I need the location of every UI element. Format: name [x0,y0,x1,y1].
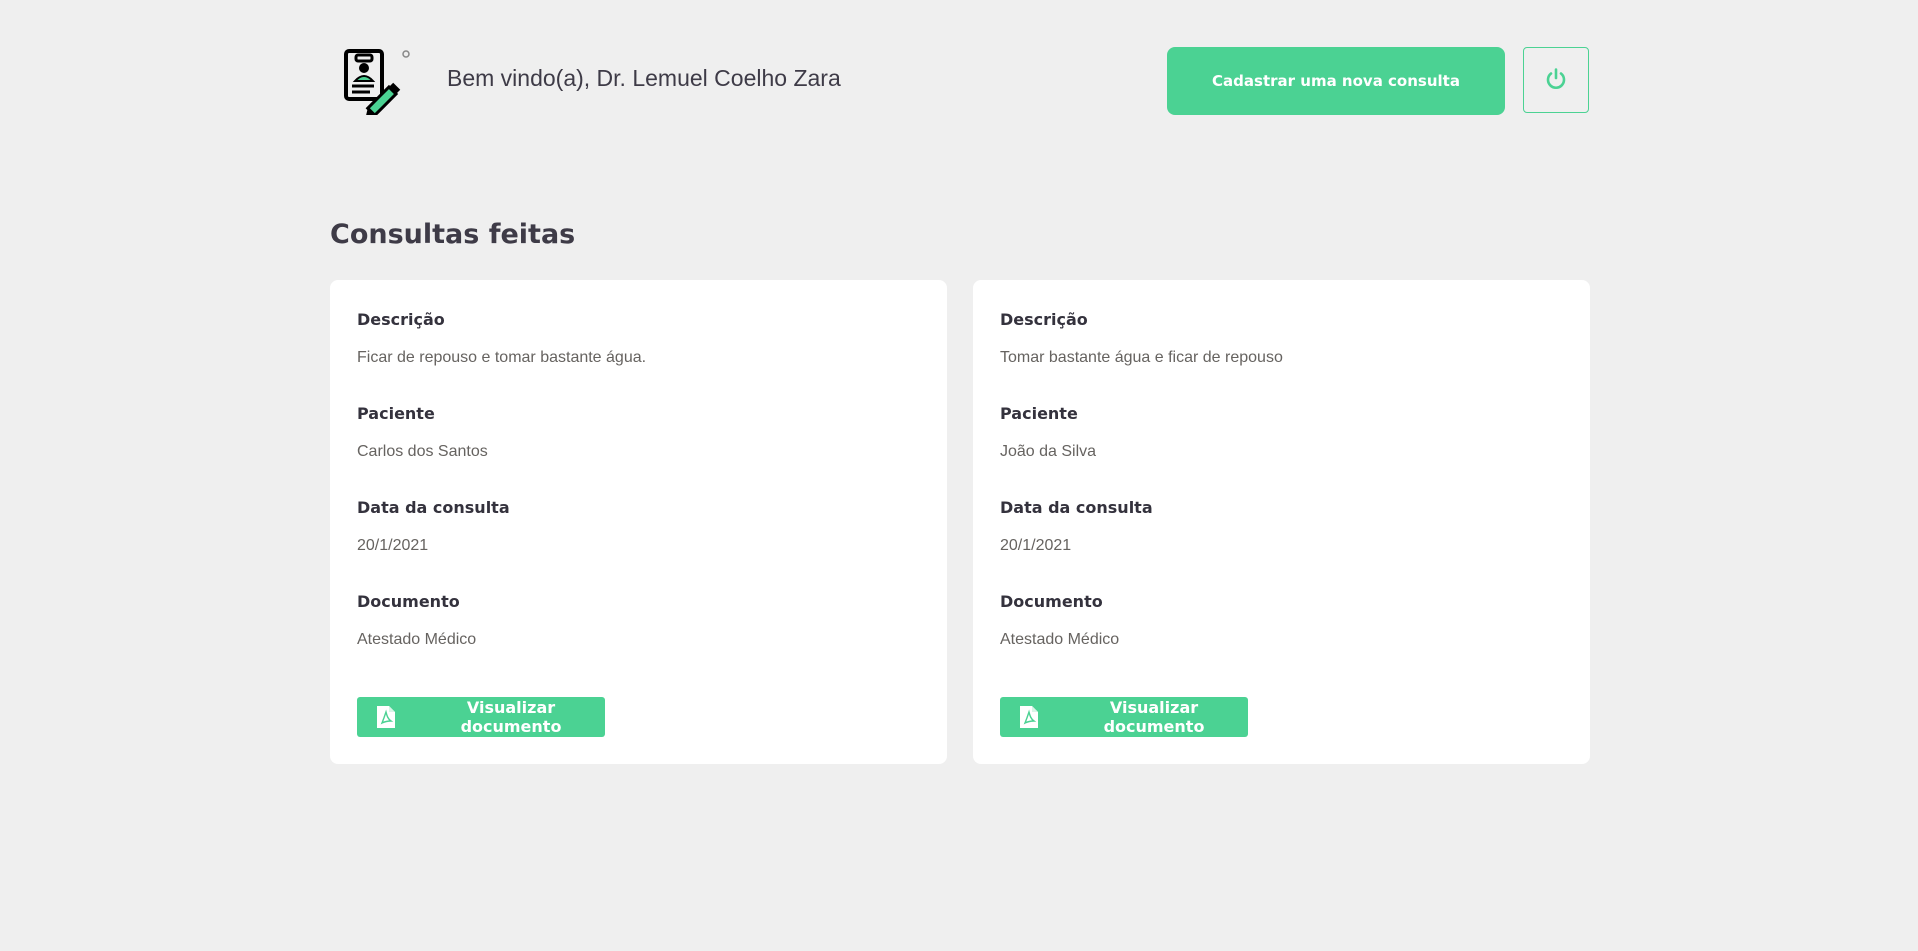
date-field: Data da consulta 20/1/2021 [357,495,920,563]
consultations-list: Descrição Ficar de repouso e tomar basta… [330,280,1591,764]
medical-record-edit-icon [340,47,410,118]
patient-field: Paciente Carlos dos Santos [357,401,920,469]
view-document-label: Visualizar documento [1103,698,1205,736]
description-value: Tomar bastante água e ficar de repouso [1000,349,1283,366]
document-value: Atestado Médico [1000,631,1120,648]
date-value: 20/1/2021 [357,537,429,554]
page-title: Consultas feitas [330,219,576,250]
description-label: Descrição [1000,310,1088,329]
document-value: Atestado Médico [357,631,477,648]
view-document-label: Visualizar documento [460,698,562,736]
description-field: Descrição Ficar de repouso e tomar basta… [357,307,920,375]
page-container: Bem vindo(a), Dr. Lemuel Coelho Zara Cad… [330,0,1591,764]
description-value: Ficar de repouso e tomar bastante água. [357,349,647,366]
consultation-card: Descrição Ficar de repouso e tomar basta… [330,280,947,764]
description-field: Descrição Tomar bastante água e ficar de… [1000,307,1563,375]
power-icon [1544,67,1568,94]
document-field: Documento Atestado Médico [357,589,920,657]
pdf-file-icon [1020,706,1038,728]
header: Bem vindo(a), Dr. Lemuel Coelho Zara Cad… [330,0,1591,160]
document-field: Documento Atestado Médico [1000,589,1563,657]
description-label: Descrição [357,310,445,329]
patient-field: Paciente João da Silva [1000,401,1563,469]
pdf-file-icon [377,706,395,728]
new-consultation-button[interactable]: Cadastrar uma nova consulta [1167,47,1505,115]
welcome-message: Bem vindo(a), Dr. Lemuel Coelho Zara [447,65,841,91]
patient-label: Paciente [1000,404,1078,423]
date-label: Data da consulta [1000,498,1153,517]
view-document-button[interactable]: Visualizar documento [1000,697,1248,737]
document-label: Documento [357,592,460,611]
patient-value: João da Silva [1000,443,1097,460]
date-label: Data da consulta [357,498,510,517]
patient-value: Carlos dos Santos [357,443,488,460]
document-label: Documento [1000,592,1103,611]
date-field: Data da consulta 20/1/2021 [1000,495,1563,563]
logout-button[interactable] [1523,47,1589,113]
consultation-card: Descrição Tomar bastante água e ficar de… [973,280,1590,764]
date-value: 20/1/2021 [1000,537,1072,554]
patient-label: Paciente [357,404,435,423]
view-document-button[interactable]: Visualizar documento [357,697,605,737]
